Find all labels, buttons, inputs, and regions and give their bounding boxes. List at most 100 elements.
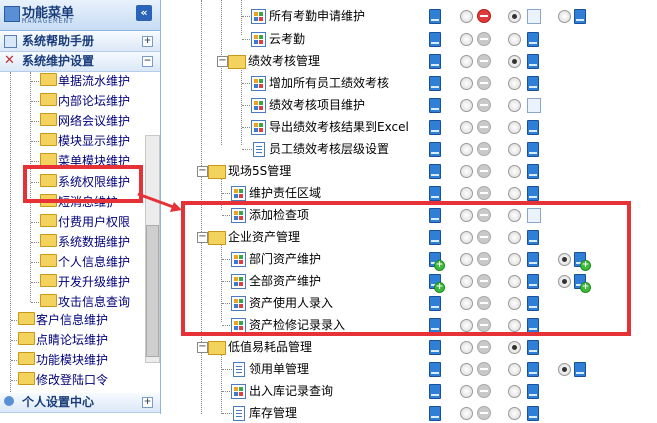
permission-book-icon[interactable] <box>429 384 441 399</box>
permission-radio[interactable] <box>508 341 521 354</box>
permission-book-icon[interactable] <box>527 164 539 179</box>
permission-radio[interactable] <box>460 33 473 46</box>
permission-radio[interactable] <box>508 385 521 398</box>
section-help-manual[interactable]: 系统帮助手册 + <box>0 32 160 52</box>
deny-icon[interactable] <box>477 32 491 46</box>
tree-node-label[interactable]: 绩效考核项目维护 <box>269 95 365 115</box>
tree-node-label[interactable]: 现场5S管理 <box>228 161 291 181</box>
permission-radio[interactable] <box>460 341 473 354</box>
tree-expander[interactable]: − <box>197 342 208 353</box>
tree-node-label[interactable]: 员工绩效考核层级设置 <box>269 139 389 159</box>
permission-book-icon[interactable] <box>527 142 539 157</box>
permission-book-icon[interactable] <box>429 164 441 179</box>
deny-icon[interactable] <box>477 186 491 200</box>
sidebar-item[interactable]: 攻击信息查询 <box>40 293 130 311</box>
tree-node-label[interactable]: 维护责任区域 <box>249 183 321 203</box>
permission-book-icon[interactable] <box>574 9 586 24</box>
permission-radio[interactable] <box>508 187 521 200</box>
permission-radio[interactable] <box>460 121 473 134</box>
permission-book-icon[interactable] <box>429 120 441 135</box>
deny-icon[interactable] <box>477 340 491 354</box>
permission-book-icon[interactable] <box>527 54 539 69</box>
permission-radio[interactable] <box>508 143 521 156</box>
sidebar-item[interactable]: 开发升级维护 <box>40 273 130 291</box>
permission-radio[interactable] <box>460 143 473 156</box>
sidebar-item[interactable]: 付费用户权限 <box>40 213 130 231</box>
tree-node-label[interactable]: 库存管理 <box>249 403 297 423</box>
sidebar-item[interactable]: 系统数据维护 <box>40 233 130 251</box>
permission-radio[interactable] <box>508 77 521 90</box>
permission-radio[interactable] <box>460 10 473 23</box>
permission-radio[interactable] <box>558 10 571 23</box>
sidebar-item[interactable]: 个人信息维护 <box>40 253 130 271</box>
expand-icon[interactable]: + <box>142 36 153 47</box>
tree-node-label[interactable]: 导出绩效考核结果到Excel <box>269 117 409 137</box>
deny-icon[interactable] <box>477 164 491 178</box>
permission-book-icon[interactable] <box>527 120 539 135</box>
permission-book-icon[interactable] <box>429 76 441 91</box>
permission-book-icon[interactable] <box>429 54 441 69</box>
permission-radio[interactable] <box>460 77 473 90</box>
table-icon[interactable] <box>527 9 541 24</box>
permission-radio[interactable] <box>508 55 521 68</box>
deny-icon[interactable] <box>477 406 491 420</box>
sidebar-item[interactable]: 单据流水维护 <box>40 72 130 90</box>
tree-node-label[interactable]: 所有考勤申请维护 <box>269 6 365 26</box>
deny-icon[interactable] <box>477 362 491 376</box>
collapse-icon[interactable]: − <box>142 56 153 67</box>
sidebar-item[interactable]: 功能模块维护 <box>18 351 108 369</box>
permission-book-icon[interactable] <box>527 186 539 201</box>
section-system-maintenance[interactable]: ✕ 系统维护设置 − <box>0 52 160 72</box>
permission-radio[interactable] <box>460 363 473 376</box>
sidebar-item[interactable]: 网络会议维护 <box>40 112 130 130</box>
permission-book-icon[interactable] <box>527 384 539 399</box>
permission-radio[interactable] <box>508 121 521 134</box>
sidebar-item[interactable]: 修改登陆口令 <box>18 371 108 389</box>
permission-radio[interactable] <box>460 55 473 68</box>
permission-radio[interactable] <box>460 385 473 398</box>
permission-radio[interactable] <box>460 165 473 178</box>
tree-node-label[interactable]: 增加所有员工绩效考核 <box>269 73 389 93</box>
tree-node-label[interactable]: 出入库记录查询 <box>249 381 333 401</box>
sidebar-item[interactable]: 内部论坛维护 <box>40 92 130 110</box>
table-icon[interactable] <box>527 98 541 113</box>
deny-icon[interactable] <box>477 98 491 112</box>
permission-radio[interactable] <box>508 165 521 178</box>
deny-icon[interactable] <box>477 9 491 23</box>
collapse-sidebar-button[interactable]: « <box>136 5 152 21</box>
deny-icon[interactable] <box>477 76 491 90</box>
permission-book-icon[interactable] <box>429 186 441 201</box>
permission-radio[interactable] <box>460 187 473 200</box>
permission-radio[interactable] <box>508 363 521 376</box>
deny-icon[interactable] <box>477 384 491 398</box>
permission-radio[interactable] <box>558 363 571 376</box>
permission-radio[interactable] <box>508 10 521 23</box>
tree-expander[interactable]: − <box>197 166 208 177</box>
permission-radio[interactable] <box>460 99 473 112</box>
permission-book-icon[interactable] <box>429 340 441 355</box>
permission-book-icon[interactable] <box>429 32 441 47</box>
permission-book-icon[interactable] <box>527 362 539 377</box>
permission-book-icon[interactable] <box>527 340 539 355</box>
deny-icon[interactable] <box>477 120 491 134</box>
sidebar-item[interactable]: 客户信息维护 <box>18 311 108 329</box>
deny-icon[interactable] <box>477 54 491 68</box>
permission-book-icon[interactable] <box>429 142 441 157</box>
permission-book-icon[interactable] <box>429 9 441 24</box>
sidebar-item[interactable]: 点睛论坛维护 <box>18 331 108 349</box>
tree-expander[interactable]: − <box>217 56 228 67</box>
sidebar-item[interactable]: 模块显示维护 <box>40 132 130 150</box>
tree-node-label[interactable]: 云考勤 <box>269 29 305 49</box>
tree-node-label[interactable]: 领用单管理 <box>249 359 309 379</box>
deny-icon[interactable] <box>477 142 491 156</box>
permission-radio[interactable] <box>508 99 521 112</box>
permission-book-icon[interactable] <box>429 362 441 377</box>
section-personal-settings[interactable]: 个人设置中心 + <box>0 393 160 413</box>
permission-book-icon[interactable] <box>429 98 441 113</box>
permission-radio[interactable] <box>508 33 521 46</box>
sidebar-scroll-thumb[interactable] <box>146 225 159 357</box>
permission-book-icon[interactable] <box>527 32 539 47</box>
tree-node-label[interactable]: 低值易耗品管理 <box>228 337 312 357</box>
tree-node-label[interactable]: 绩效考核管理 <box>248 51 320 71</box>
expand-icon[interactable]: + <box>142 397 153 408</box>
